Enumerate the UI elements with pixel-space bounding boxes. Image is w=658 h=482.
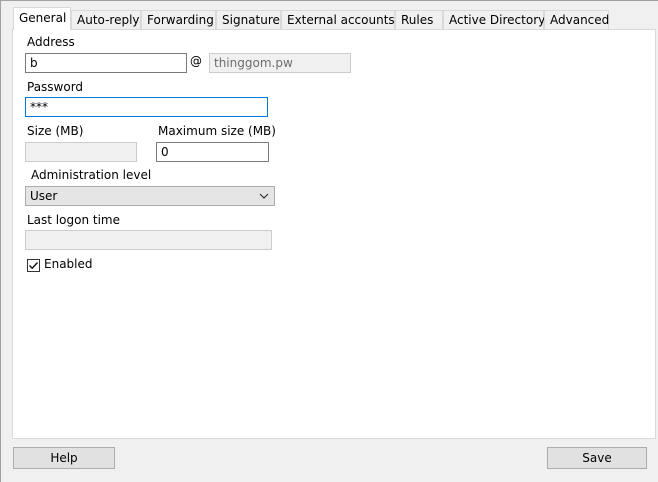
admin-level-select[interactable]: User [25,186,275,206]
checkmark-icon [29,262,39,270]
window-top-border [0,0,658,1]
tab-general[interactable]: General [13,7,71,30]
max-size-input[interactable]: 0 [156,142,269,162]
enabled-label: Enabled [44,257,93,271]
password-input[interactable]: *** [25,97,268,117]
enabled-checkbox[interactable] [27,259,40,272]
size-label: Size (MB) [27,124,84,138]
password-label: Password [27,80,84,94]
tab-external-accounts[interactable]: External accounts [281,10,395,29]
tab-advanced[interactable]: Advanced [544,10,609,29]
general-tab-panel: Address b @ thinggom.pw Password *** Siz… [12,29,656,439]
last-logon-field [25,230,272,250]
window-left-border [0,0,1,482]
tab-auto-reply[interactable]: Auto-reply [71,10,141,29]
chevron-down-icon [259,193,269,199]
admin-level-label: Administration level [31,168,152,182]
tab-forwarding[interactable]: Forwarding [141,10,216,29]
save-button[interactable]: Save [547,447,647,469]
address-input[interactable]: b [25,53,187,73]
tab-rules[interactable]: Rules [395,10,443,29]
tab-signature[interactable]: Signature [216,10,281,29]
max-size-label: Maximum size (MB) [158,124,276,138]
admin-level-value: User [30,189,58,203]
last-logon-label: Last logon time [27,213,120,227]
domain-field: thinggom.pw [209,53,351,73]
tab-active-directory[interactable]: Active Directory [443,10,545,29]
at-symbol: @ [190,54,202,68]
address-label: Address [27,35,75,49]
help-button[interactable]: Help [13,447,115,469]
size-field [25,142,137,162]
